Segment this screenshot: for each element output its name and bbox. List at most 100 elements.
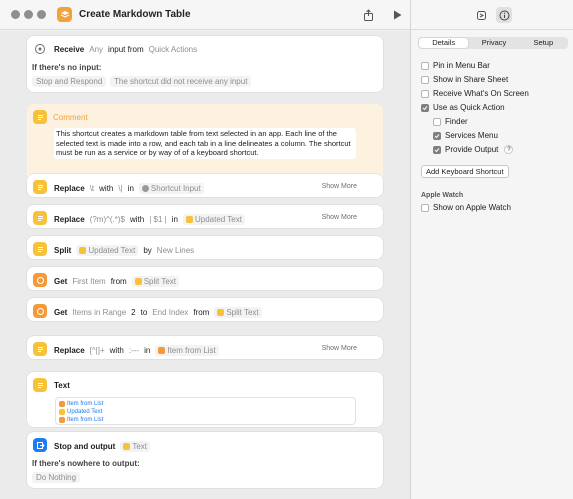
get-item-action-card[interactable]: Get First Item from Split Text (27, 267, 383, 290)
variable-label: Item from List (67, 401, 104, 407)
in-label: in (171, 215, 178, 224)
input-source-param[interactable]: Quick Actions (149, 45, 197, 54)
comment-icon (33, 110, 47, 124)
help-button[interactable]: ? (504, 145, 514, 154)
text-content-field[interactable]: Item from List Updated Text Item from Li… (55, 397, 356, 425)
with-label: with (130, 215, 145, 224)
variable-token[interactable]: Item from List (59, 416, 352, 424)
variable-token[interactable]: Split Text (131, 276, 179, 287)
variable-label: Text (132, 442, 147, 451)
output-icon (33, 438, 47, 452)
replace-action-card[interactable]: Replace (?m)^(.*)$ with | $1 | in Update… (27, 205, 383, 228)
stop-output-action-card[interactable]: Stop and output Text If there's nowhere … (27, 432, 383, 488)
checkbox[interactable] (421, 89, 429, 98)
variable-label: Shortcut Input (150, 184, 201, 193)
show-more-button[interactable]: Show More (322, 345, 357, 352)
action-name: Text (54, 381, 70, 390)
checkbox[interactable] (421, 61, 429, 70)
get-range-action-card[interactable]: Get Items in Range 2 to End Index from S… (27, 298, 383, 321)
action-name: Stop and output (54, 442, 116, 451)
action-name: Split (54, 246, 72, 255)
checkbox[interactable] (433, 117, 441, 126)
checkbox-checked[interactable] (433, 145, 441, 154)
text-action-card[interactable]: Text Item from List Updated Text Item fr… (27, 372, 383, 427)
checkbox[interactable] (421, 75, 429, 84)
with-label: with (99, 184, 114, 193)
find-pattern-param[interactable]: (?m)^(.*)$ (90, 215, 125, 224)
checkbox[interactable] (421, 203, 429, 212)
details-sidebar: Details Privacy Setup Pin in Menu Bar Sh… (410, 0, 573, 499)
range-start-param[interactable]: 2 (131, 308, 135, 317)
receive-onscreen-option[interactable]: Receive What's On Screen (421, 89, 529, 98)
info-icon[interactable] (496, 7, 512, 23)
comment-text-field[interactable]: This shortcut creates a markdown table f… (54, 128, 356, 159)
library-icon[interactable] (473, 7, 489, 23)
tab-details[interactable]: Details (419, 38, 469, 48)
no-input-message-field[interactable]: The shortcut did not receive any input (110, 76, 252, 87)
window-title: Create Markdown Table (79, 9, 191, 20)
show-more-button[interactable]: Show More (322, 183, 357, 190)
shortcut-icon[interactable] (57, 7, 72, 22)
option-label: Pin in Menu Bar (433, 61, 490, 70)
finder-option[interactable]: Finder (433, 117, 468, 126)
text-lines-icon (33, 342, 47, 356)
variable-token[interactable]: Updated Text (76, 245, 139, 256)
replace-action-card[interactable]: Replace [^|]+ with :--- in Item from Lis… (27, 336, 383, 359)
replace-action-card[interactable]: Replace \t with \| in Shortcut Input Sho… (27, 174, 383, 197)
apple-watch-option[interactable]: Show on Apple Watch (421, 203, 511, 212)
variable-label: Updated Text (194, 215, 242, 224)
item-param[interactable]: First Item (72, 277, 105, 286)
from-label: from (110, 277, 127, 286)
action-name: Replace (54, 184, 85, 193)
list-item-icon (59, 417, 65, 423)
range-end-param[interactable]: End Index (152, 308, 188, 317)
variable-label: Item from List (67, 417, 104, 423)
variable-token[interactable]: Split Text (214, 307, 262, 318)
replacement-param[interactable]: :--- (129, 346, 139, 355)
action-name: Replace (54, 215, 85, 224)
receive-action-card[interactable]: Receive Any input from Quick Actions If … (27, 36, 383, 92)
stop-respond-param[interactable]: Stop and Respond (32, 76, 107, 87)
apple-watch-heading: Apple Watch (421, 192, 464, 199)
find-pattern-param[interactable]: [^|]+ (90, 346, 105, 355)
pin-menu-bar-option[interactable]: Pin in Menu Bar (421, 61, 490, 70)
tab-setup[interactable]: Setup (519, 37, 568, 49)
provide-output-option[interactable]: Provide Output ? (433, 145, 514, 154)
tab-privacy[interactable]: Privacy (469, 37, 518, 49)
share-sheet-option[interactable]: Show in Share Sheet (421, 75, 508, 84)
close-window-button[interactable] (11, 10, 20, 19)
nowhere-output-label: If there's nowhere to output: (32, 459, 140, 468)
item-param[interactable]: Items in Range (72, 308, 126, 317)
variable-token[interactable]: Text (120, 441, 150, 452)
fallback-param[interactable]: Do Nothing (32, 472, 81, 483)
split-action-card[interactable]: Split Updated Text by New Lines (27, 236, 383, 259)
action-name: Receive (54, 45, 85, 54)
find-pattern-param[interactable]: \t (90, 184, 94, 193)
show-more-button[interactable]: Show More (322, 214, 357, 221)
variable-token[interactable]: Item from List (155, 345, 219, 356)
add-keyboard-shortcut-button[interactable]: Add Keyboard Shortcut (421, 165, 509, 178)
title-bar: Create Markdown Table (0, 0, 410, 30)
variable-label: Split Text (143, 277, 176, 286)
variable-token[interactable]: Updated Text (182, 214, 245, 225)
input-type-param[interactable]: Any (89, 45, 103, 54)
minimize-window-button[interactable] (24, 10, 33, 19)
variable-token[interactable]: Shortcut Input (138, 183, 204, 194)
option-label: Receive What's On Screen (433, 89, 529, 98)
checkbox-checked[interactable] (421, 103, 429, 112)
services-menu-option[interactable]: Services Menu (433, 131, 498, 140)
list-item-icon (59, 401, 65, 407)
run-play-icon[interactable] (389, 7, 405, 23)
separator-param[interactable]: New Lines (157, 246, 194, 255)
zoom-window-button[interactable] (37, 10, 46, 19)
variable-token[interactable]: Updated Text (59, 408, 352, 416)
text-icon (134, 278, 142, 285)
replacement-param[interactable]: | $1 | (149, 215, 167, 224)
share-icon[interactable] (360, 7, 376, 23)
comment-title: Comment (53, 113, 88, 122)
replacement-param[interactable]: \| (118, 184, 122, 193)
by-label: by (143, 246, 152, 255)
quick-action-option[interactable]: Use as Quick Action (421, 103, 505, 112)
checkbox-checked[interactable] (433, 131, 441, 140)
variable-token[interactable]: Item from List (59, 400, 352, 408)
